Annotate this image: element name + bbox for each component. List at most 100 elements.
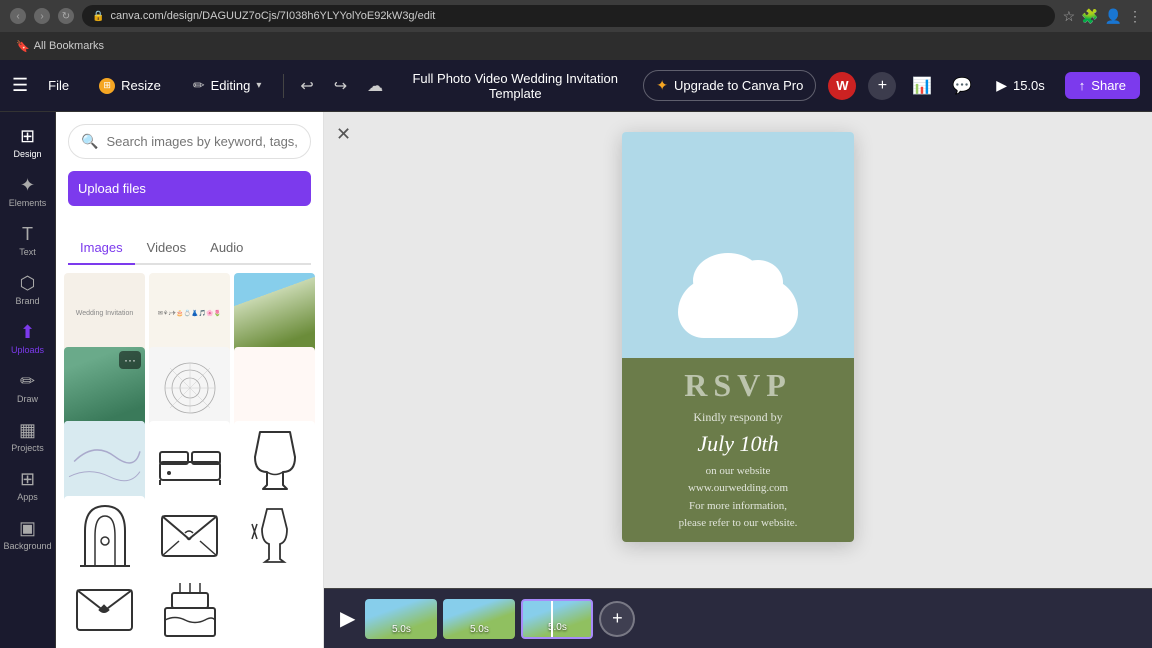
media-item[interactable] bbox=[149, 496, 230, 577]
canvas-area: ✕ RSVP Kindly respond by July 10th on ou… bbox=[324, 112, 1152, 648]
background-label: Background bbox=[3, 541, 51, 551]
url-text: canva.com/design/DAGUUZ7oCjs/7I038h6YLYY… bbox=[110, 10, 435, 22]
chevron-down-icon: ▾ bbox=[256, 80, 261, 91]
upload-more-button[interactable]: ··· bbox=[56, 214, 323, 232]
elements-icon: ✦ bbox=[20, 175, 35, 196]
timeline-clip-active[interactable]: 5.0s bbox=[521, 599, 593, 639]
timeline-clip[interactable]: 5.0s bbox=[365, 599, 437, 639]
media-item[interactable] bbox=[234, 496, 315, 577]
avatar: W bbox=[828, 72, 856, 100]
champagne-thumb bbox=[234, 421, 315, 502]
media-item[interactable] bbox=[149, 421, 230, 502]
bookmarks-bar: 🔖 All Bookmarks bbox=[0, 32, 1152, 60]
media-item[interactable]: ✉⚘♪✈🎂💍👗🎵🌸🌷 bbox=[149, 273, 230, 354]
media-item[interactable]: Wedding Invitation bbox=[64, 273, 145, 354]
timeline-clip[interactable]: 5.0s bbox=[443, 599, 515, 639]
upload-files-button[interactable]: Upload files bbox=[68, 171, 311, 206]
sidebar-item-text[interactable]: T Text bbox=[4, 218, 52, 263]
design-icon: ⊞ bbox=[20, 126, 35, 147]
elements-label: Elements bbox=[9, 198, 47, 208]
rsvp-title: RSVP bbox=[684, 367, 792, 404]
tab-videos[interactable]: Videos bbox=[135, 232, 199, 265]
forward-button[interactable]: › bbox=[34, 8, 50, 24]
clip-duration: 5.0s bbox=[443, 624, 515, 635]
share-button[interactable]: ↑ Share bbox=[1065, 72, 1140, 99]
apps-icon: ⊞ bbox=[20, 469, 35, 490]
uploads-icon: ⬆ bbox=[20, 322, 35, 343]
canvas-wrapper: RSVP Kindly respond by July 10th on our … bbox=[622, 132, 854, 542]
media-item[interactable] bbox=[64, 421, 145, 502]
redo-button[interactable]: ↪ bbox=[330, 72, 351, 100]
sidebar-item-uploads[interactable]: ⬆ Uploads bbox=[4, 316, 52, 361]
close-panel-button[interactable]: ✕ bbox=[336, 124, 351, 145]
upgrade-button[interactable]: ✦ Upgrade to Canva Pro bbox=[643, 70, 816, 101]
media-item[interactable] bbox=[149, 347, 230, 428]
search-input[interactable] bbox=[106, 134, 298, 149]
sidebar-item-brand[interactable]: ⬡ Brand bbox=[4, 267, 52, 312]
resize-button[interactable]: ⊞ Resize bbox=[89, 74, 171, 98]
sidebar-item-apps[interactable]: ⊞ Apps bbox=[4, 463, 52, 508]
editing-button[interactable]: ✏ Editing ▾ bbox=[183, 73, 272, 98]
search-bar[interactable]: 🔍 bbox=[68, 124, 311, 159]
media-item[interactable] bbox=[64, 496, 145, 577]
rsvp-date: July 10th bbox=[697, 431, 778, 457]
media-tabs: Images Videos Audio bbox=[68, 232, 311, 265]
draw-icon: ✏ bbox=[20, 371, 35, 392]
address-bar[interactable]: 🔒 canva.com/design/DAGUUZ7oCjs/7I038h6YL… bbox=[82, 5, 1055, 27]
upgrade-label: Upgrade to Canva Pro bbox=[674, 78, 803, 93]
editing-label: Editing bbox=[211, 78, 251, 93]
star-icon: ✦ bbox=[656, 77, 668, 94]
media-item[interactable] bbox=[234, 347, 315, 428]
sidebar-item-draw[interactable]: ✏ Draw bbox=[4, 365, 52, 410]
bed-thumb bbox=[149, 421, 230, 502]
sidebar-item-elements[interactable]: ✦ Elements bbox=[4, 169, 52, 214]
close-icon: ✕ bbox=[336, 124, 351, 144]
arch-thumb bbox=[64, 496, 145, 577]
profile-button[interactable]: 👤 bbox=[1105, 8, 1122, 25]
lock-icon: 🔒 bbox=[92, 11, 104, 22]
background-icon: ▣ bbox=[19, 518, 36, 539]
play-icon: ▶ bbox=[340, 608, 355, 630]
analytics-button[interactable]: 📊 bbox=[908, 72, 936, 100]
add-clip-button[interactable]: + bbox=[599, 601, 635, 637]
media-thumb-text: Wedding Invitation bbox=[76, 309, 133, 318]
envelope2-thumb bbox=[64, 570, 145, 648]
upload-label: Upload files bbox=[78, 181, 146, 196]
media-item[interactable] bbox=[64, 570, 145, 648]
reload-button[interactable]: ↻ bbox=[58, 8, 74, 24]
timer-button[interactable]: ▶ 15.0s bbox=[988, 73, 1053, 98]
icon-grid: ✉⚘♪✈🎂💍👗🎵🌸🌷 bbox=[158, 310, 221, 317]
add-collaborator-button[interactable]: + bbox=[868, 72, 896, 100]
sidebar-item-projects[interactable]: ▦ Projects bbox=[4, 414, 52, 459]
media-item[interactable]: ··· bbox=[64, 347, 145, 428]
playhead-marker bbox=[551, 601, 553, 637]
back-button[interactable]: ‹ bbox=[10, 8, 26, 24]
sidebar-item-background[interactable]: ▣ Background bbox=[4, 512, 52, 557]
hamburger-menu-button[interactable]: ☰ bbox=[12, 75, 28, 96]
tab-audio[interactable]: Audio bbox=[198, 232, 255, 265]
more-options-button[interactable]: ⋮ bbox=[1128, 8, 1142, 25]
undo-button[interactable]: ↩ bbox=[296, 72, 317, 100]
timeline-clips: 5.0s 5.0s 5.0s + bbox=[365, 599, 1136, 639]
search-icon: 🔍 bbox=[81, 133, 98, 150]
extensions-button[interactable]: 🧩 bbox=[1081, 8, 1098, 25]
media-item[interactable] bbox=[149, 570, 230, 648]
media-panel: 🔍 Upload files ··· Images Videos Audio W… bbox=[56, 112, 324, 648]
clip-duration: 5.0s bbox=[523, 622, 591, 633]
projects-label: Projects bbox=[11, 443, 44, 453]
canvas-card[interactable]: RSVP Kindly respond by July 10th on our … bbox=[622, 132, 854, 542]
tab-images[interactable]: Images bbox=[68, 232, 135, 265]
media-item[interactable] bbox=[234, 421, 315, 502]
cloud-save-button[interactable]: ☁ bbox=[363, 72, 387, 100]
all-bookmarks-item[interactable]: 🔖 All Bookmarks bbox=[10, 38, 110, 55]
sidebar-item-design[interactable]: ⊞ Design bbox=[4, 120, 52, 165]
playhead-dot bbox=[547, 599, 555, 601]
rsvp-website: on our website www.ourwedding.com For mo… bbox=[679, 463, 798, 533]
media-more-button[interactable]: ··· bbox=[119, 351, 141, 369]
file-menu-button[interactable]: File bbox=[40, 74, 77, 97]
media-item[interactable] bbox=[234, 273, 315, 354]
browser-top-bar: ‹ › ↻ 🔒 canva.com/design/DAGUUZ7oCjs/7I0… bbox=[0, 0, 1152, 32]
play-button[interactable]: ▶ bbox=[340, 606, 355, 631]
comment-button[interactable]: 💬 bbox=[948, 72, 976, 100]
star-button[interactable]: ☆ bbox=[1063, 8, 1076, 25]
